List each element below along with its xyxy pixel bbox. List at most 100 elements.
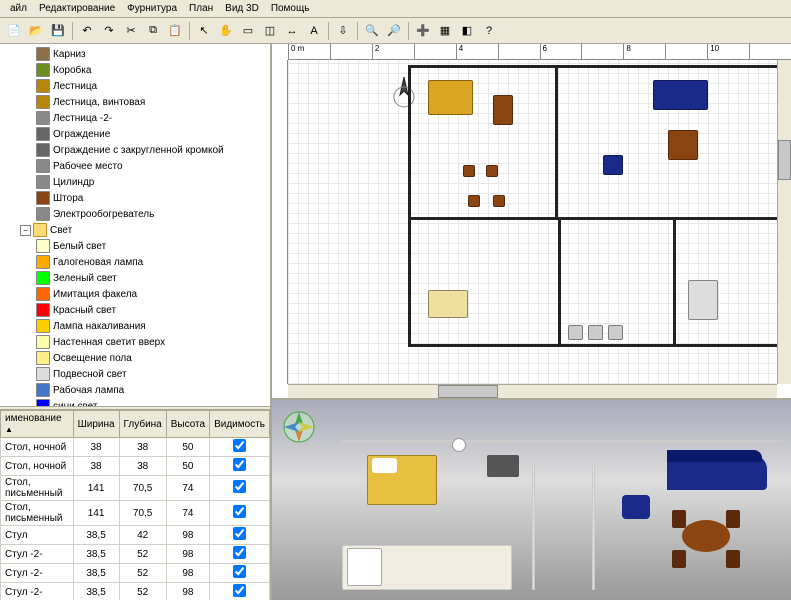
new-button[interactable]: 📄 bbox=[4, 21, 24, 41]
plan-stool[interactable] bbox=[468, 195, 480, 207]
tree-item[interactable]: Рабочее место bbox=[2, 158, 268, 174]
select-button[interactable]: ↖ bbox=[194, 21, 214, 41]
visibility-checkbox[interactable] bbox=[233, 458, 246, 471]
tree-item[interactable]: Лестница -2- bbox=[2, 110, 268, 126]
menu-edit[interactable]: Редактирование bbox=[33, 1, 121, 16]
open-button[interactable]: 📂 bbox=[26, 21, 46, 41]
column-header[interactable]: Высота bbox=[166, 411, 209, 438]
plan-armchair[interactable] bbox=[603, 155, 623, 175]
walls-button[interactable]: ▭ bbox=[238, 21, 258, 41]
tree-item[interactable]: Лестница, винтовая bbox=[2, 94, 268, 110]
tree-item[interactable]: Ограждение с закругленной кромкой bbox=[2, 142, 268, 158]
tree-item[interactable]: Освещение пола bbox=[2, 350, 268, 366]
table-row[interactable]: Стул -2-38,55298 bbox=[1, 545, 270, 564]
menu-view3d[interactable]: Вид 3D bbox=[219, 1, 265, 16]
tree-item[interactable]: Лестница bbox=[2, 78, 268, 94]
ceiling-lamp-3d bbox=[452, 438, 466, 452]
room-button[interactable]: ◫ bbox=[260, 21, 280, 41]
tree-label: Коробка bbox=[53, 65, 91, 76]
text-button[interactable]: A bbox=[304, 21, 324, 41]
pan-button[interactable]: ✋ bbox=[216, 21, 236, 41]
menu-file[interactable]: айл bbox=[4, 1, 33, 16]
cut-button[interactable]: ✂ bbox=[121, 21, 141, 41]
visibility-checkbox[interactable] bbox=[233, 505, 246, 518]
column-header[interactable]: Ширина bbox=[73, 411, 119, 438]
visibility-checkbox[interactable] bbox=[233, 480, 246, 493]
table-row[interactable]: Стол, письменный14170,574 bbox=[1, 501, 270, 526]
tree-item[interactable]: сини свет bbox=[2, 398, 268, 406]
table-row[interactable]: Стул -2-38,55298 bbox=[1, 564, 270, 583]
copy-button[interactable]: ⧉ bbox=[143, 21, 163, 41]
column-header[interactable]: Глубина bbox=[119, 411, 166, 438]
plan-night-table[interactable] bbox=[463, 165, 475, 177]
plan-stool[interactable] bbox=[493, 195, 505, 207]
tree-item[interactable]: Подвесной свет bbox=[2, 366, 268, 382]
tree-item[interactable]: Цилиндр bbox=[2, 174, 268, 190]
import-button[interactable]: ⇩ bbox=[333, 21, 353, 41]
column-header[interactable]: Видимость bbox=[210, 411, 270, 438]
help-button[interactable]: ? bbox=[479, 21, 499, 41]
tree-item[interactable]: Рабочая лампа bbox=[2, 382, 268, 398]
table-row[interactable]: Стол, ночной383850 bbox=[1, 438, 270, 457]
menu-help[interactable]: Помощь bbox=[265, 1, 316, 16]
plan-night-table[interactable] bbox=[486, 165, 498, 177]
tree-label: Лестница, винтовая bbox=[53, 97, 145, 108]
tree-item[interactable]: Ограждение bbox=[2, 126, 268, 142]
plan-scrollbar-horizontal[interactable] bbox=[288, 384, 777, 398]
plan-scrollbar-vertical[interactable] bbox=[777, 60, 791, 384]
tree-item[interactable]: Зеленый свет bbox=[2, 270, 268, 286]
plan-sofa[interactable] bbox=[653, 80, 708, 110]
tree-item[interactable]: Настенная светит вверх bbox=[2, 334, 268, 350]
table-row[interactable]: Стол, письменный14170,574 bbox=[1, 476, 270, 501]
plan-2d-view[interactable]: 0 m246810 bbox=[272, 44, 791, 400]
column-header[interactable]: именование ▲ bbox=[1, 411, 74, 438]
zoomin-button[interactable]: 🔍 bbox=[362, 21, 382, 41]
tree-item[interactable]: Имитация факела bbox=[2, 286, 268, 302]
undo-button[interactable]: ↶ bbox=[77, 21, 97, 41]
menu-plan[interactable]: План bbox=[183, 1, 219, 16]
tree-item[interactable]: Штора bbox=[2, 190, 268, 206]
plan-wc-set[interactable] bbox=[688, 280, 718, 320]
view-3d[interactable] bbox=[272, 400, 791, 600]
plan-bunk-bed[interactable] bbox=[428, 80, 473, 115]
plan-dresser[interactable] bbox=[493, 95, 513, 125]
plan-canvas[interactable] bbox=[288, 60, 777, 384]
table-row[interactable]: Стул -2-38,55298 bbox=[1, 583, 270, 600]
left-panel: Карниз Коробка Лестница Лестница, винтовая Л… bbox=[0, 44, 272, 600]
plan-cabinet[interactable] bbox=[568, 325, 583, 340]
tree-item[interactable]: Красный свет bbox=[2, 302, 268, 318]
table-row[interactable]: Стол, ночной383850 bbox=[1, 457, 270, 476]
menu-furniture[interactable]: Фурнитура bbox=[121, 1, 183, 16]
tree-label: Белый свет bbox=[53, 241, 106, 252]
3d-button[interactable]: ◧ bbox=[457, 21, 477, 41]
save-button[interactable]: 💾 bbox=[48, 21, 68, 41]
visibility-checkbox[interactable] bbox=[233, 565, 246, 578]
visibility-checkbox[interactable] bbox=[233, 439, 246, 452]
plan-round-table[interactable] bbox=[668, 130, 698, 160]
redo-button[interactable]: ↷ bbox=[99, 21, 119, 41]
tree-item[interactable]: Белый свет bbox=[2, 238, 268, 254]
catalog-tree[interactable]: Карниз Коробка Лестница Лестница, винтовая Л… bbox=[0, 44, 270, 406]
tree-item[interactable]: Лампа накаливания bbox=[2, 318, 268, 334]
zoomout-button[interactable]: 🔎 bbox=[384, 21, 404, 41]
plan-cabinet[interactable] bbox=[608, 325, 623, 340]
tree-item[interactable]: Электрообогреватель bbox=[2, 206, 268, 222]
dim-button[interactable]: ↔ bbox=[282, 21, 302, 41]
furniture-table[interactable]: именование ▲ШиринаГлубинаВысотаВидимость… bbox=[0, 410, 270, 600]
tree-item[interactable]: Карниз bbox=[2, 46, 268, 62]
tree-item[interactable]: Галогеновая лампа bbox=[2, 254, 268, 270]
visibility-checkbox[interactable] bbox=[233, 527, 246, 540]
visibility-checkbox[interactable] bbox=[233, 584, 246, 597]
grid-button[interactable]: ▦ bbox=[435, 21, 455, 41]
add-button[interactable]: ➕ bbox=[413, 21, 433, 41]
tree-label: Лестница -2- bbox=[53, 113, 112, 124]
chair-3d-3 bbox=[672, 550, 686, 568]
plan-cabinet[interactable] bbox=[588, 325, 603, 340]
paste-button[interactable]: 📋 bbox=[165, 21, 185, 41]
tree-item[interactable]: −Свет bbox=[2, 222, 268, 238]
tree-label: Цилиндр bbox=[53, 177, 94, 188]
table-row[interactable]: Стул38,54298 bbox=[1, 526, 270, 545]
visibility-checkbox[interactable] bbox=[233, 546, 246, 559]
plan-bed[interactable] bbox=[428, 290, 468, 318]
tree-item[interactable]: Коробка bbox=[2, 62, 268, 78]
